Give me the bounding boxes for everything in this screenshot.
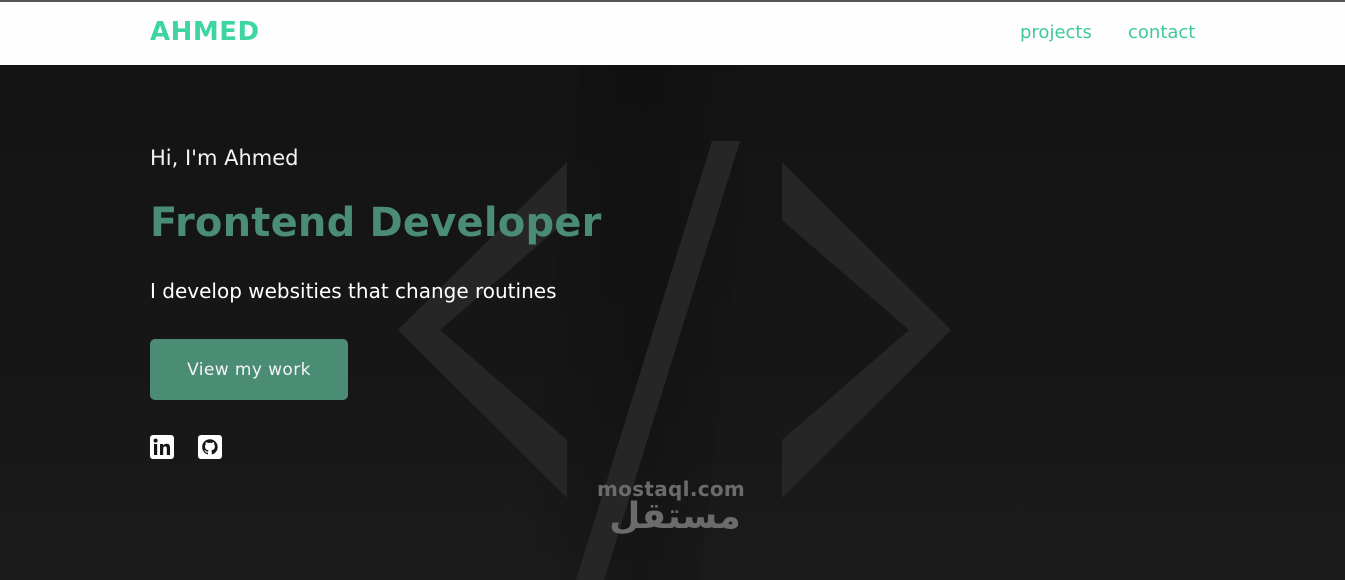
hero-section: Hi, I'm Ahmed Frontend Developer I devel… (0, 65, 1345, 580)
mostaql-logo-icon: مستقل (609, 496, 741, 537)
nav-link-contact[interactable]: contact (1128, 22, 1195, 43)
view-my-work-button[interactable]: View my work (150, 339, 348, 400)
linkedin-icon[interactable] (150, 435, 174, 459)
hero-role-title: Frontend Developer (150, 200, 602, 246)
watermark-arabic: مستقل (609, 496, 741, 537)
hero-tagline: I develop websities that change routines (150, 279, 557, 303)
watermark-text: mostaql.com (597, 477, 746, 501)
navbar: AHMED projects contact (0, 2, 1345, 65)
github-icon[interactable] (198, 435, 222, 459)
nav-link-projects[interactable]: projects (1020, 22, 1092, 43)
brand-logo[interactable]: AHMED (150, 17, 260, 47)
hero-greeting: Hi, I'm Ahmed (150, 146, 299, 170)
